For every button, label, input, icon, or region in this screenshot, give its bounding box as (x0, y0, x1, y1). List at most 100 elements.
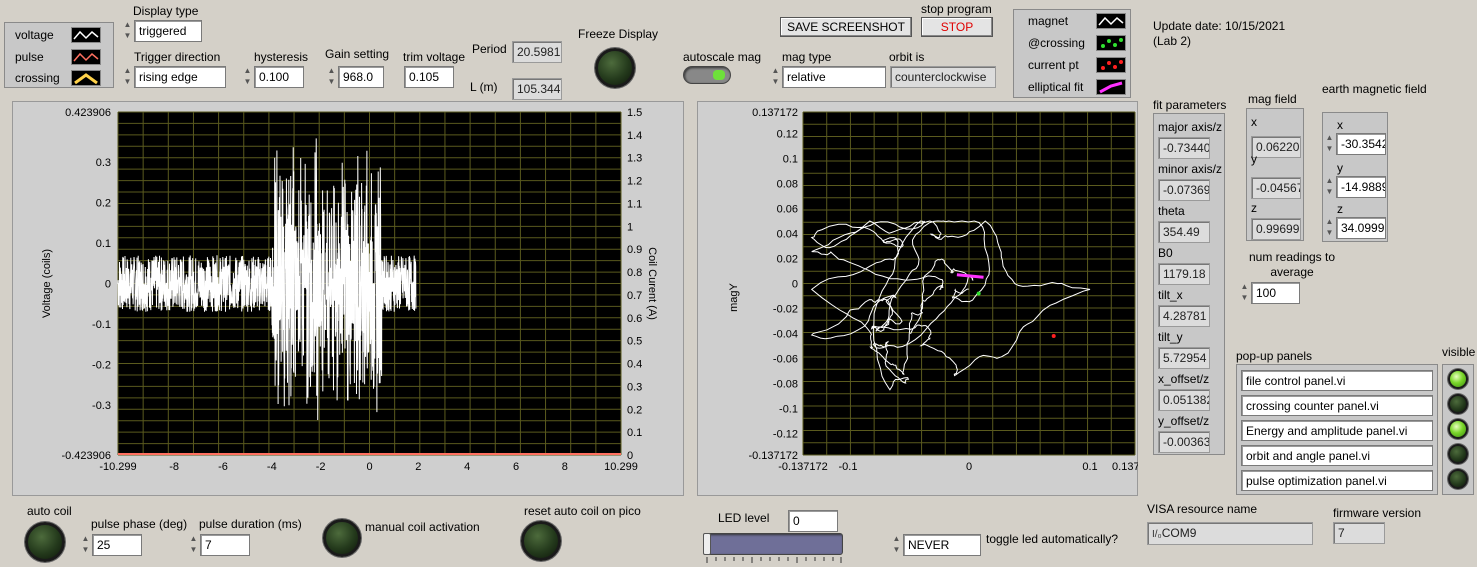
visible-led-crossing-counter[interactable] (1448, 394, 1468, 414)
visa-resource-label: VISA resource name (1147, 502, 1258, 516)
current-y-tick: 0.3 (627, 381, 642, 393)
trigger-direction-select[interactable]: rising edge (134, 66, 226, 88)
save-screenshot-button[interactable]: SAVE SCREENSHOT (780, 17, 912, 37)
earth-field-y-input[interactable]: -14.9889 (1336, 176, 1386, 198)
orbit-label: orbit is (889, 50, 925, 64)
earth-field-z-input[interactable]: 34.0999 (1336, 217, 1386, 239)
hysteresis-stepper[interactable]: ▲ ▼ (242, 66, 253, 88)
legend-current-pt-swatch (1096, 57, 1126, 73)
pulse-duration-stepper[interactable]: ▲ ▼ (188, 534, 199, 556)
trigger-direction-stepper[interactable]: ▲ ▼ (122, 66, 133, 88)
current-y-tick: 0.7 (627, 290, 642, 302)
stop-program-label: stop program (921, 2, 992, 16)
auto-coil-button[interactable] (25, 522, 65, 562)
current-y-tick: 1.3 (627, 153, 642, 165)
mag-x-tick: 0.137172 (1112, 461, 1138, 473)
earth-field-y-stepper[interactable]: ▲ ▼ (1324, 176, 1335, 198)
led-level-slider-thumb[interactable] (703, 533, 711, 555)
autoscale-mag-label: autoscale mag (683, 50, 762, 64)
length-display: 105.344 (512, 78, 562, 100)
freeze-display-label: Freeze Display (578, 27, 659, 41)
gain-setting-input[interactable]: 968.0 (338, 66, 384, 88)
visa-resource-field[interactable]: I/₀COM9 (1147, 522, 1313, 545)
visible-led-orbit-angle[interactable] (1448, 444, 1468, 464)
manual-coil-button[interactable] (323, 519, 361, 557)
mag-type-stepper[interactable]: ▲ ▼ (770, 66, 781, 88)
legend-pulse-label: pulse (15, 50, 44, 64)
led-mode-select[interactable]: NEVER (903, 534, 981, 556)
fit-label-theta: theta (1158, 204, 1185, 218)
trim-voltage-input[interactable]: 0.105 (404, 66, 454, 88)
gain-setting-label: Gain setting (325, 47, 390, 61)
mag-y-tick: -0.02 (773, 304, 798, 316)
pulse-phase-stepper[interactable]: ▲ ▼ (80, 534, 91, 556)
voltage-x-tick: -2 (316, 461, 326, 473)
gain-setting-stepper[interactable]: ▲ ▼ (326, 66, 337, 88)
popup-item-energy-amplitude[interactable]: Energy and amplitude panel.vi (1241, 420, 1433, 441)
voltage-y-axis-label: Voltage (coils) (41, 249, 53, 318)
mag-y-tick: -0.137172 (748, 450, 798, 462)
reset-auto-coil-button[interactable] (521, 521, 561, 561)
pulse-phase-input[interactable]: 25 (92, 534, 142, 556)
earth-field-z-stepper[interactable]: ▲ ▼ (1324, 217, 1335, 239)
fit-label-y-offset: y_offset/z (1158, 414, 1210, 428)
autoscale-mag-toggle[interactable] (683, 66, 731, 84)
mag-x-tick: 0 (966, 461, 972, 473)
display-type-select[interactable]: triggered (134, 20, 202, 42)
pulse-duration-input[interactable]: 7 (200, 534, 250, 556)
legend-elliptical-fit-swatch (1096, 79, 1126, 95)
fit-value-tilt-y: 5.72954 (1158, 347, 1210, 369)
led-level-input[interactable]: 0 (788, 510, 838, 532)
legend-magnet-label: magnet (1028, 14, 1069, 28)
voltage-y-tick: 0.3 (96, 157, 111, 169)
display-type-stepper[interactable]: ▲ ▼ (122, 20, 133, 42)
fit-value-theta: 354.49 (1158, 221, 1210, 243)
mag-field-z-value: 0.996997 (1251, 218, 1301, 240)
mag-x-tick: -0.137172 (778, 461, 828, 473)
update-note: (Lab 2) (1153, 34, 1192, 48)
mag-y-tick: -0.06 (773, 354, 798, 366)
mag-type-select[interactable]: relative (782, 66, 886, 88)
fit-value-major: -0.73440 (1158, 137, 1210, 159)
visible-led-pulse-optimization[interactable] (1448, 469, 1468, 489)
voltage-chart[interactable]: -10.299 -8 -6 -4 -2 0 2 4 6 8 10.299 0.423906 0.3 0.2… (12, 101, 684, 496)
voltage-x-tick: 4 (464, 461, 470, 473)
fit-parameters-panel: major axis/z -0.73440 minor axis/z -0.07… (1153, 113, 1225, 455)
mag-field-x-value: 0.062207 (1251, 136, 1301, 158)
mag-y-tick: 0.06 (777, 203, 798, 215)
num-readings-stepper[interactable]: ▲ ▼ (1239, 282, 1250, 304)
led-mode-stepper[interactable]: ▲ ▼ (891, 534, 902, 556)
voltage-y-tick: 0.2 (96, 198, 111, 210)
earth-field-x-stepper[interactable]: ▲ ▼ (1324, 133, 1335, 155)
current-y-axis-label: Coil Curent (A) (646, 247, 658, 320)
earth-field-title: earth magnetic field (1322, 82, 1427, 96)
trigger-direction-label: Trigger direction (134, 50, 221, 64)
hysteresis-input[interactable]: 0.100 (254, 66, 304, 88)
visible-led-energy-amplitude[interactable] (1448, 419, 1468, 439)
crossing-point (976, 291, 981, 296)
period-label: Period (472, 42, 507, 56)
mag-y-tick: -0.04 (773, 329, 798, 341)
popup-item-crossing-counter[interactable]: crossing counter panel.vi (1241, 395, 1433, 416)
stop-button[interactable]: STOP (921, 17, 993, 37)
mag-y-tick: 0.1 (783, 153, 798, 165)
freeze-display-button[interactable] (595, 48, 635, 88)
plot-legend-left: voltage pulse crossing (4, 22, 114, 88)
visible-led-file-control[interactable] (1448, 369, 1468, 389)
voltage-x-tick: 8 (562, 461, 568, 473)
popup-item-file-control[interactable]: file control panel.vi (1241, 370, 1433, 391)
led-level-slider[interactable] (703, 533, 843, 555)
voltage-x-tick: 2 (415, 461, 421, 473)
earth-field-x-input[interactable]: -30.3542 (1336, 133, 1386, 155)
fit-value-y-offset: -0.00363 (1158, 431, 1210, 453)
mag-y-tick: 0.137172 (752, 107, 798, 119)
mag-orbit-chart[interactable]: -0.137172 -0.1 0 0.1 0.137172 0.137172 0.12 0.1… (697, 101, 1138, 496)
update-date: Update date: 10/15/2021 (1153, 19, 1286, 33)
popup-item-pulse-optimization[interactable]: pulse optimization panel.vi (1241, 470, 1433, 491)
current-y-tick: 1 (627, 221, 633, 233)
num-readings-input[interactable]: 100 (1251, 282, 1300, 304)
reset-auto-coil-label: reset auto coil on pico (524, 504, 641, 518)
mag-field-panel: x 0.062207 y -0.04567 z 0.996997 (1246, 108, 1304, 241)
legend-magnet-swatch (1096, 13, 1126, 29)
popup-item-orbit-angle[interactable]: orbit and angle panel.vi (1241, 445, 1433, 466)
